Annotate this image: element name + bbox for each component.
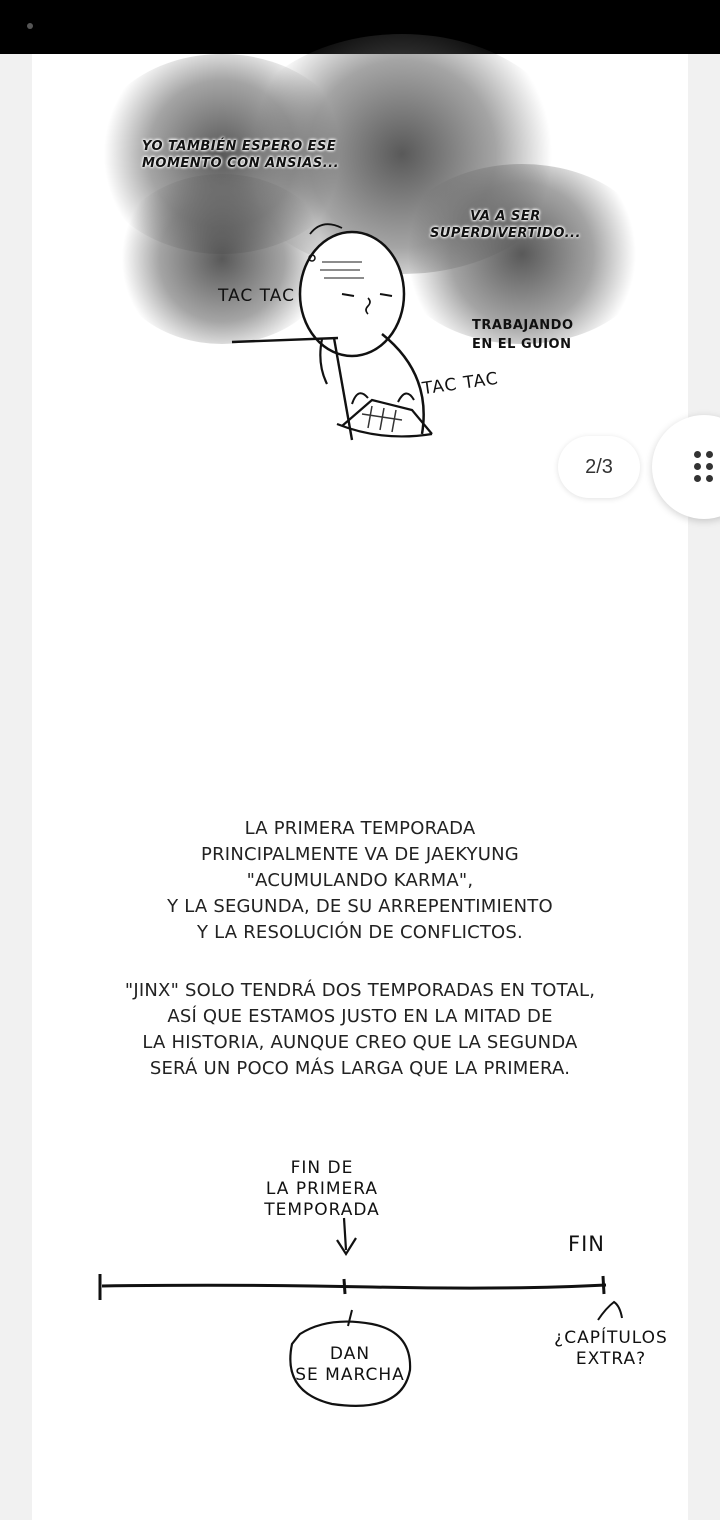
- label-extra-chapters: ¿CAPÍTULOS EXTRA?: [554, 1328, 668, 1369]
- writer-character-drawing: [231, 223, 433, 441]
- grid-dots-icon: [694, 451, 720, 483]
- page-counter[interactable]: 2/3: [558, 436, 640, 498]
- paragraph-story-length: "JINX" SOLO TENDRÁ DOS TEMPORADAS EN TOT…: [124, 980, 596, 1079]
- sound-effect-tac-tac: TAC TAC: [218, 286, 295, 306]
- comic-page: YO TAMBIÉN ESPERO ESE MOMENTO CON ANSIAS…: [32, 34, 688, 1520]
- panel-caption: TRABAJANDO EN EL GUION: [472, 318, 574, 352]
- paragraph-seasons: LA PRIMERA TEMPORADA PRINCIPALMENTE VA D…: [167, 818, 553, 943]
- label-dan-leaves: DAN SE MARCHA: [295, 1344, 405, 1385]
- notification-dot-icon: [27, 23, 33, 29]
- label-end-of-first-season: FIN DE LA PRIMERA TEMPORADA: [264, 1158, 380, 1220]
- comic-panel: YO TAMBIÉN ESPERO ESE MOMENTO CON ANSIAS…: [32, 34, 688, 454]
- speech-bubble-left: YO TAMBIÉN ESPERO ESE MOMENTO CON ANSIAS…: [142, 139, 340, 171]
- label-end: FIN: [568, 1232, 605, 1256]
